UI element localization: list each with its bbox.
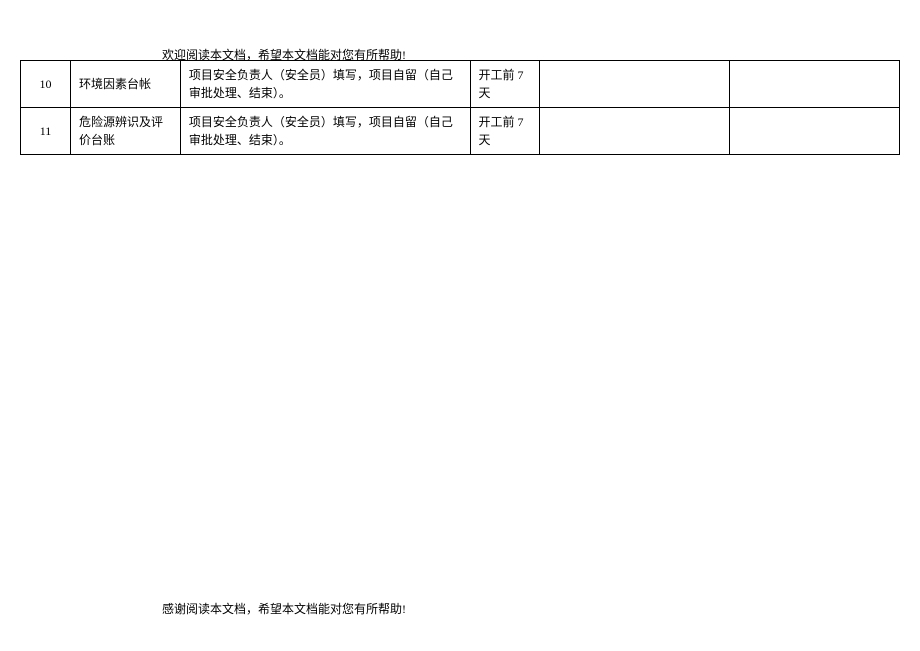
table-row: 11 危险源辨识及评价台账 项目安全负责人（安全员）填写，项目自留（自己审批处理… [21,108,900,155]
table-container: 10 环境因素台帐 项目安全负责人（安全员）填写，项目自留（自己审批处理、结束）… [20,60,900,155]
table-row: 10 环境因素台帐 项目安全负责人（安全员）填写，项目自留（自己审批处理、结束）… [21,61,900,108]
cell-empty [730,108,900,155]
cell-name: 危险源辨识及评价台账 [70,108,180,155]
cell-num: 10 [21,61,71,108]
cell-empty [730,61,900,108]
cell-empty [540,61,730,108]
cell-time: 开工前 7 天 [470,108,540,155]
cell-name: 环境因素台帐 [70,61,180,108]
cell-time: 开工前 7 天 [470,61,540,108]
cell-desc: 项目安全负责人（安全员）填写，项目自留（自己审批处理、结束）。 [180,108,470,155]
footer-text: 感谢阅读本文档，希望本文档能对您有所帮助! [162,600,406,617]
cell-desc: 项目安全负责人（安全员）填写，项目自留（自己审批处理、结束）。 [180,61,470,108]
data-table: 10 环境因素台帐 项目安全负责人（安全员）填写，项目自留（自己审批处理、结束）… [20,60,900,155]
cell-empty [540,108,730,155]
cell-num: 11 [21,108,71,155]
